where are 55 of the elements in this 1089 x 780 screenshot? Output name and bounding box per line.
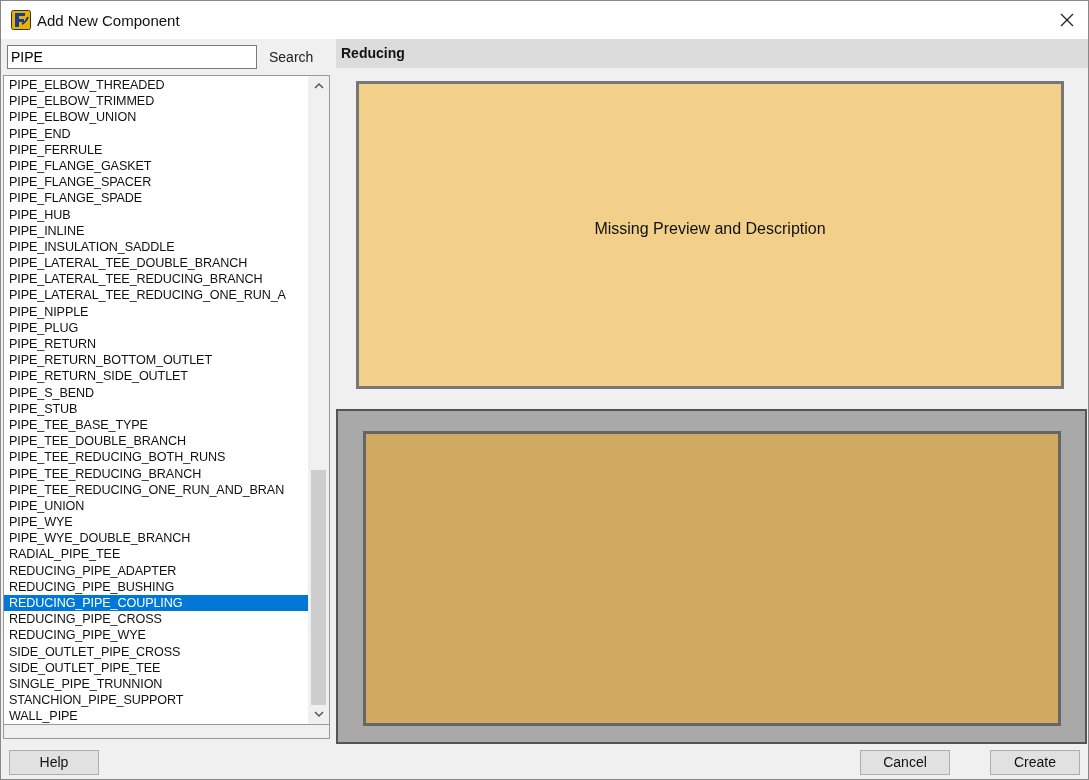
list-item[interactable]: PIPE_ELBOW_THREADED — [4, 77, 308, 94]
close-icon[interactable] — [1060, 13, 1074, 27]
list-item[interactable]: PIPE_ELBOW_TRIMMED — [4, 93, 308, 110]
list-item[interactable]: PIPE_TEE_REDUCING_BRANCH — [4, 465, 308, 482]
list-item[interactable]: PIPE_STUB — [4, 400, 308, 417]
list-item[interactable]: PIPE_RETURN_SIDE_OUTLET — [4, 368, 308, 385]
list-item[interactable]: PIPE_FLANGE_GASKET — [4, 157, 308, 175]
list-item[interactable]: PIPE_S_BEND — [4, 384, 308, 401]
list-item[interactable]: PIPE_INLINE — [4, 222, 308, 239]
list-item[interactable]: REDUCING_PIPE_CROSS — [4, 611, 308, 628]
vertical-scrollbar[interactable] — [308, 76, 329, 724]
scroll-thumb[interactable] — [311, 470, 326, 705]
list-item[interactable]: PIPE_WYE — [4, 514, 308, 531]
help-button[interactable]: Help — [9, 749, 99, 775]
list-item[interactable]: PIPE_NIPPLE — [4, 303, 308, 320]
list-item[interactable]: REDUCING_PIPE_WYE — [4, 627, 308, 644]
list-item[interactable]: PIPE_INSULATION_SADDLE — [4, 238, 308, 256]
create-button[interactable]: Create — [990, 749, 1080, 775]
list-item[interactable]: PIPE_FLANGE_SPACER — [4, 174, 308, 191]
cancel-button[interactable]: Cancel — [860, 749, 950, 775]
scroll-up-icon[interactable] — [313, 82, 324, 89]
list-item[interactable]: SIDE_OUTLET_PIPE_CROSS — [4, 643, 308, 660]
list-item[interactable]: PIPE_LATERAL_TEE_REDUCING_BRANCH — [4, 271, 308, 288]
list-item[interactable]: SIDE_OUTLET_PIPE_TEE — [4, 659, 308, 676]
list-item[interactable]: PIPE_LATERAL_TEE_DOUBLE_BRANCH — [4, 255, 308, 272]
list-item[interactable]: PIPE_TEE_DOUBLE_BRANCH — [4, 433, 308, 450]
list-item[interactable]: PIPE_FERRULE — [4, 141, 308, 158]
list-item[interactable]: REDUCING_PIPE_BUSHING — [4, 578, 308, 595]
list-item[interactable]: PIPE_END — [4, 125, 308, 142]
list-item[interactable]: PIPE_RETURN_BOTTOM_OUTLET — [4, 352, 308, 369]
list-item[interactable]: PIPE_PLUG — [4, 319, 308, 336]
list-item[interactable]: REDUCING_PIPE_COUPLING — [4, 595, 308, 612]
preview-header: Reducing — [336, 39, 1088, 68]
list-item[interactable]: REDUCING_PIPE_ADAPTER — [4, 562, 308, 579]
app-icon — [11, 10, 31, 30]
list-item[interactable]: STANCHION_PIPE_SUPPORT — [4, 692, 308, 709]
list-item[interactable]: RADIAL_PIPE_TEE — [4, 546, 308, 563]
window-title: Add New Component — [37, 11, 180, 29]
list-item[interactable]: PIPE_FLANGE_SPADE — [4, 190, 308, 207]
list-item[interactable]: PIPE_ELBOW_UNION — [4, 109, 308, 126]
list-item[interactable]: PIPE_TEE_REDUCING_ONE_RUN_AND_BRAN — [4, 481, 308, 498]
missing-preview-message: Missing Preview and Description — [594, 220, 826, 238]
list-item[interactable]: PIPE_UNION — [4, 497, 308, 515]
list-item[interactable]: PIPE_TEE_BASE_TYPE — [4, 416, 308, 434]
search-button[interactable]: Search — [263, 45, 320, 69]
list-item[interactable]: PIPE_WYE_DOUBLE_BRANCH — [4, 530, 308, 547]
list-item[interactable]: SINGLE_PIPE_TRUNNION — [4, 675, 308, 693]
list-item[interactable]: PIPE_HUB — [4, 206, 308, 223]
list-item[interactable]: PIPE_LATERAL_TEE_REDUCING_ONE_RUN_A — [4, 287, 308, 304]
list-item[interactable]: PIPE_TEE_REDUCING_BOTH_RUNS — [4, 449, 308, 466]
list-item[interactable]: PIPE_RETURN — [4, 336, 308, 353]
list-item[interactable]: WALL_PIPE — [4, 708, 308, 724]
scroll-down-icon[interactable] — [313, 711, 324, 718]
horizontal-scrollbar[interactable] — [3, 725, 330, 739]
search-field[interactable]: PIPE — [7, 45, 257, 69]
